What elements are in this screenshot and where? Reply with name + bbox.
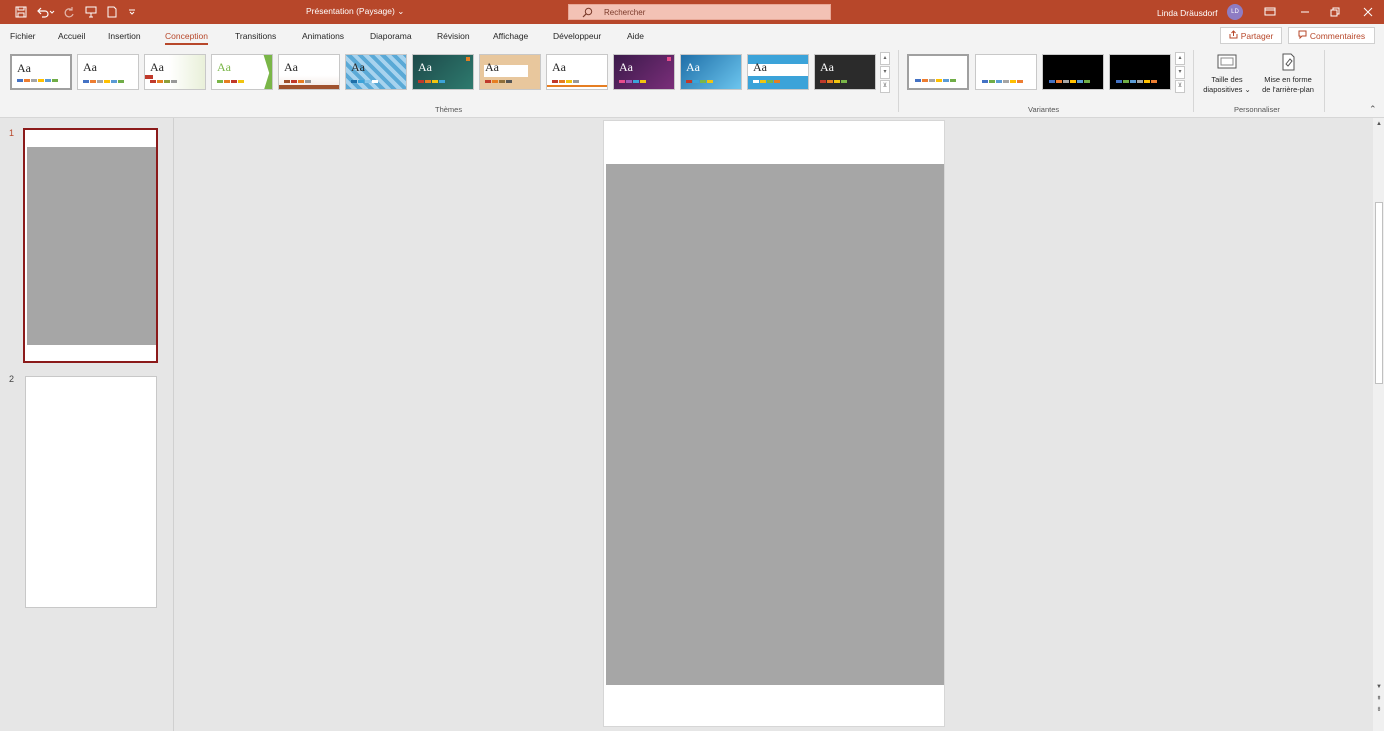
scroll-up-icon[interactable]: ▴ — [880, 52, 890, 65]
tab-conception[interactable]: Conception — [165, 31, 209, 45]
theme-8[interactable]: Aa — [479, 54, 541, 90]
close-icon[interactable] — [1360, 4, 1376, 20]
slide-thumbnail-1[interactable] — [23, 128, 158, 363]
new-file-icon[interactable] — [105, 4, 119, 20]
tab-animations[interactable]: Animations — [302, 31, 344, 41]
document-title[interactable]: Présentation (Paysage) ⌄ — [306, 6, 404, 17]
tab-diaporama[interactable]: Diaporama — [370, 31, 412, 41]
scroll-down-icon[interactable]: ▼ — [1375, 683, 1383, 691]
theme-10[interactable]: Aa — [613, 54, 675, 90]
share-label: Partager — [1240, 30, 1274, 41]
user-name[interactable]: Linda Dräusdorf — [1157, 8, 1217, 18]
group-label-variants: Variantes — [1028, 105, 1060, 114]
theme-7[interactable]: Aa — [412, 54, 474, 90]
theme-5[interactable]: Aa — [278, 54, 340, 90]
slide-size-button[interactable]: Taille des diapositives ⌄ — [1200, 52, 1254, 95]
theme-preview-text: Aa — [17, 61, 31, 75]
format-background-icon — [1256, 52, 1320, 72]
search-input[interactable]: Rechercher — [568, 4, 831, 20]
group-label-themes: Thèmes — [435, 105, 463, 114]
search-placeholder: Rechercher — [604, 8, 646, 17]
avatar[interactable]: LD — [1227, 4, 1243, 20]
tab-accueil[interactable]: Accueil — [58, 31, 85, 41]
collapse-ribbon-icon[interactable]: ⌃ — [1369, 104, 1377, 115]
more-icon[interactable]: ⊻ — [880, 80, 890, 93]
scroll-down-icon[interactable]: ▾ — [880, 66, 890, 79]
tab-affichage[interactable]: Affichage — [493, 31, 528, 41]
more-icon[interactable]: ⊻ — [1175, 80, 1185, 93]
undo-icon[interactable] — [35, 4, 57, 20]
slide-canvas[interactable] — [603, 120, 945, 727]
slide-number: 1 — [9, 128, 15, 138]
theme-12[interactable]: Aa — [747, 54, 809, 90]
theme-office[interactable]: Aa — [10, 54, 72, 90]
customize-icon[interactable] — [126, 4, 138, 20]
tab-revision[interactable]: Révision — [437, 31, 470, 41]
redo-icon[interactable] — [62, 4, 76, 20]
variants-gallery-scroll[interactable]: ▴ ▾ ⊻ — [1175, 52, 1185, 96]
theme-6[interactable]: Aa — [345, 54, 407, 90]
variant-1[interactable] — [907, 54, 969, 90]
previous-slide-icon[interactable]: ⇞ — [1375, 695, 1383, 703]
scrollbar-thumb[interactable] — [1375, 202, 1383, 384]
tab-transitions[interactable]: Transitions — [235, 31, 276, 41]
vertical-scrollbar[interactable]: ▲ ▼ ⇞ ⇟ — [1373, 118, 1384, 731]
theme-11[interactable]: Aa — [680, 54, 742, 90]
scroll-up-icon[interactable]: ▲ — [1375, 120, 1383, 128]
tab-insertion[interactable]: Insertion — [108, 31, 141, 41]
theme-9[interactable]: Aa — [546, 54, 608, 90]
theme-3[interactable]: Aa — [144, 54, 206, 90]
slide-thumbnail-pane: 1 2 — [0, 118, 174, 731]
next-slide-icon[interactable]: ⇟ — [1375, 706, 1383, 714]
format-background-label-1: Mise en forme — [1264, 75, 1312, 84]
thumbnail-picture-placeholder — [27, 147, 156, 345]
format-background-button[interactable]: Mise en forme de l'arrière-plan — [1256, 52, 1320, 95]
variant-3[interactable] — [1042, 54, 1104, 90]
variant-4[interactable] — [1109, 54, 1171, 90]
ribbon-tab-bar: Fichier Accueil Insertion Conception Tra… — [0, 24, 1384, 48]
slide-size-label-2: diapositives ⌄ — [1203, 85, 1251, 94]
present-icon[interactable] — [84, 4, 98, 20]
share-icon — [1229, 30, 1238, 41]
theme-4[interactable]: Aa — [211, 54, 273, 90]
search-icon — [582, 7, 593, 20]
theme-13[interactable]: Aa — [814, 54, 876, 90]
ribbon: Aa Aa Aa Aa Aa Aa Aa Aa Aa Aa Aa Aa Aa ▴… — [0, 48, 1384, 118]
comments-label: Commentaires — [1309, 30, 1366, 41]
slide-number: 2 — [9, 374, 15, 384]
slide-size-icon — [1200, 52, 1254, 72]
title-bar: Présentation (Paysage) ⌄ Rechercher Lind… — [0, 0, 1384, 24]
slide-picture-placeholder[interactable] — [606, 164, 944, 685]
theme-2[interactable]: Aa — [77, 54, 139, 90]
themes-gallery-scroll[interactable]: ▴ ▾ ⊻ — [880, 52, 890, 96]
comments-button[interactable]: Commentaires — [1288, 27, 1375, 44]
tab-fichier[interactable]: Fichier — [10, 31, 36, 41]
variant-2[interactable] — [975, 54, 1037, 90]
scroll-down-icon[interactable]: ▾ — [1175, 66, 1185, 79]
tab-aide[interactable]: Aide — [627, 31, 644, 41]
restore-icon[interactable] — [1327, 4, 1343, 20]
minimize-icon[interactable] — [1297, 4, 1313, 20]
slide-thumbnail-2[interactable] — [25, 376, 157, 608]
slide-size-label-1: Taille des — [1211, 75, 1243, 84]
ribbon-display-options-icon[interactable] — [1262, 4, 1278, 20]
comment-icon — [1298, 30, 1307, 41]
tab-developpeur[interactable]: Développeur — [553, 31, 601, 41]
share-button[interactable]: Partager — [1220, 27, 1282, 44]
save-icon[interactable] — [13, 4, 29, 20]
scroll-up-icon[interactable]: ▴ — [1175, 52, 1185, 65]
group-label-customize: Personnaliser — [1234, 105, 1280, 114]
format-background-label-2: de l'arrière-plan — [1262, 85, 1314, 94]
